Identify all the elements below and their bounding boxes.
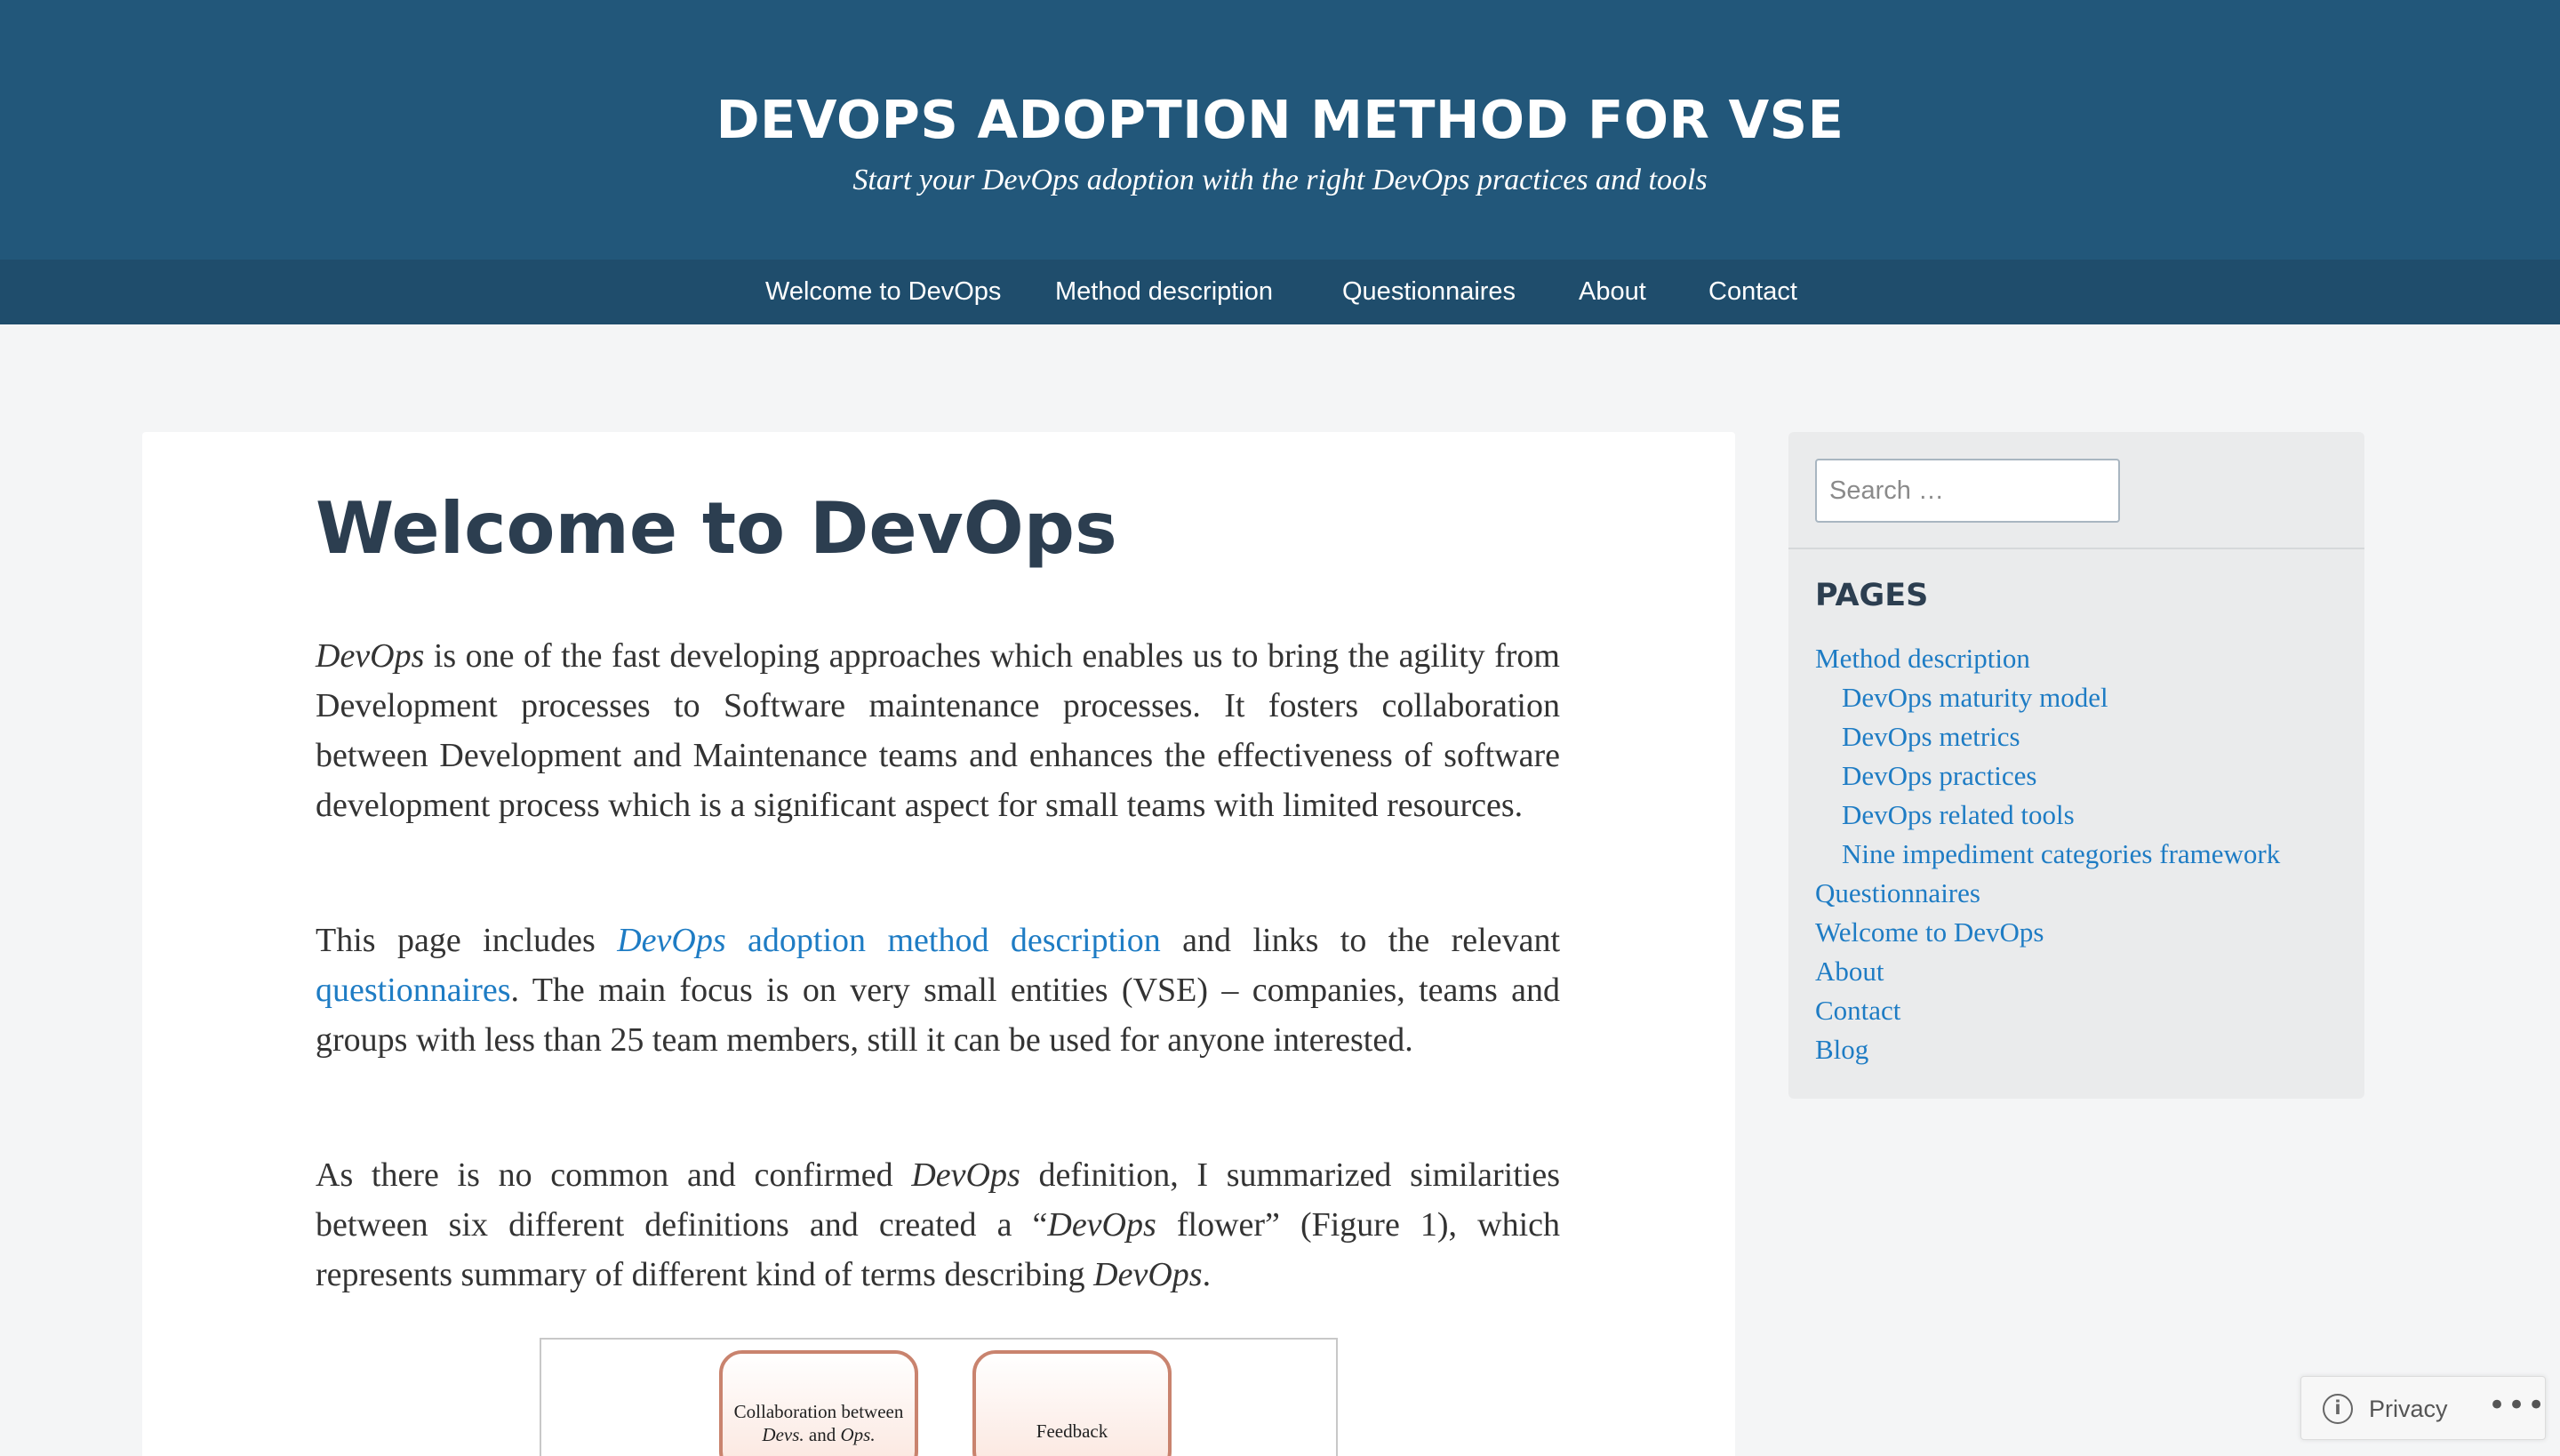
petal-ops: Ops.: [840, 1424, 876, 1445]
nav-item-welcome[interactable]: Welcome to DevOps: [765, 260, 1001, 324]
sidebar-link-devops-practices[interactable]: DevOps practices: [1842, 756, 2037, 796]
privacy-badge[interactable]: i Privacy •••: [2300, 1376, 2546, 1440]
sidebar-link-devops-maturity-model[interactable]: DevOps maturity model: [1842, 678, 2108, 717]
figure-petal-feedback: Feedback: [972, 1350, 1172, 1456]
nav-item-method-description[interactable]: Method description: [1055, 260, 1273, 324]
petal-devs: Devs.: [762, 1424, 804, 1445]
def-em-1: DevOps: [911, 1156, 1020, 1194]
sidebar-link-devops-metrics[interactable]: DevOps metrics: [1842, 717, 2020, 756]
sidebar-link-welcome-to-devops[interactable]: Welcome to DevOps: [1815, 913, 2044, 952]
page-title: Welcome to DevOps: [316, 487, 1117, 570]
questionnaires-link[interactable]: questionnaires: [316, 972, 511, 1009]
site-header: DEVOPS ADOPTION METHOD FOR VSE Start you…: [0, 0, 2560, 260]
petal-collaboration-line1: Collaboration between: [733, 1401, 904, 1422]
figure-petal-collaboration: Collaboration between Devs. and Ops.: [719, 1350, 918, 1456]
intro-paragraph: DevOps is one of the fast developing app…: [316, 631, 1560, 830]
sidebar-link-blog[interactable]: Blog: [1815, 1030, 1868, 1069]
petal-collaboration-line2: Devs. and Ops.: [723, 1423, 915, 1446]
def-text-4: .: [1202, 1256, 1212, 1293]
sidebar-link-method-description[interactable]: Method description: [1815, 639, 2030, 678]
method-link-em[interactable]: DevOps: [617, 922, 725, 959]
site-tagline: Start your DevOps adoption with the righ…: [852, 164, 1708, 196]
scope-paragraph: This page includes DevOps adoption metho…: [316, 916, 1560, 1065]
sidebar-divider: [1788, 548, 2364, 549]
sidebar-link-nine-impediment-categories[interactable]: Nine impediment categories framework: [1842, 835, 2280, 874]
main-navigation: Welcome to DevOps Method description Que…: [0, 260, 2560, 324]
nav-item-contact[interactable]: Contact: [1708, 260, 1797, 324]
privacy-label[interactable]: Privacy: [2369, 1377, 2448, 1441]
nav-item-questionnaires[interactable]: Questionnaires: [1342, 260, 1516, 324]
sidebar-link-devops-related-tools[interactable]: DevOps related tools: [1842, 796, 2075, 835]
search-input[interactable]: [1815, 459, 2120, 523]
sidebar-link-questionnaires[interactable]: Questionnaires: [1815, 874, 1980, 913]
site-title[interactable]: DEVOPS ADOPTION METHOD FOR VSE: [0, 89, 2560, 150]
method-description-link[interactable]: DevOps adoption method description: [617, 922, 1161, 959]
definition-paragraph: As there is no common and confirmed DevO…: [316, 1150, 1560, 1300]
sidebar-link-about[interactable]: About: [1815, 952, 1884, 991]
scope-text-1: This page includes: [316, 922, 618, 959]
def-em-3: DevOps: [1093, 1256, 1203, 1293]
petal-and: and: [804, 1424, 841, 1445]
def-em-2: DevOps: [1047, 1206, 1156, 1244]
nav-item-about[interactable]: About: [1579, 260, 1646, 324]
method-link-text[interactable]: adoption method description: [726, 922, 1161, 959]
info-icon[interactable]: i: [2323, 1394, 2353, 1424]
def-text-1: As there is no common and confirmed: [316, 1156, 912, 1194]
intro-text: is one of the fast developing approaches…: [316, 637, 1560, 824]
sidebar-link-contact[interactable]: Contact: [1815, 991, 1900, 1030]
devops-flower-figure: Collaboration between Devs. and Ops. Fee…: [540, 1338, 1338, 1456]
scope-text-2: and links to the relevant: [1160, 922, 1560, 959]
pages-widget-title: PAGES: [1815, 578, 1929, 613]
more-icon[interactable]: •••: [2488, 1377, 2547, 1441]
devops-term: DevOps: [316, 637, 425, 675]
